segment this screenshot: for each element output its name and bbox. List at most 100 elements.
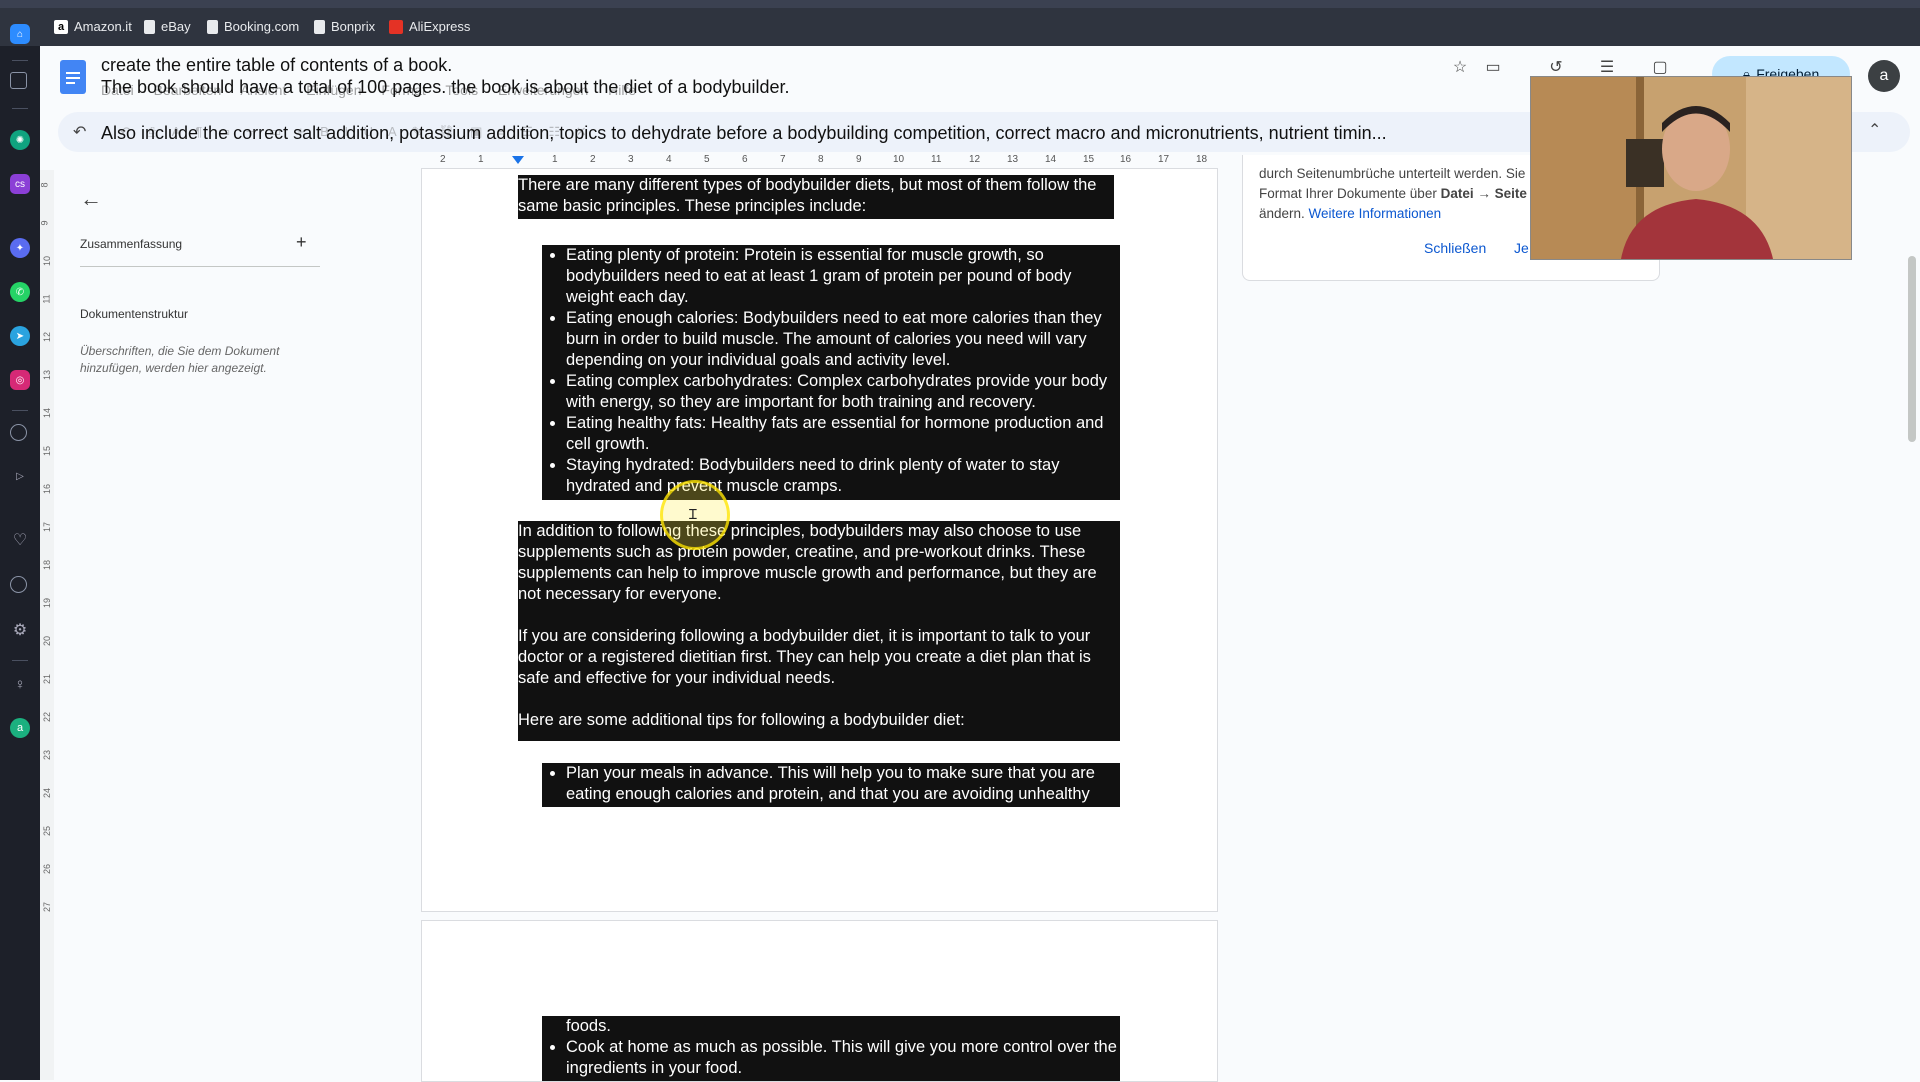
doc-line bbox=[66, 72, 80, 74]
bookmark-ebay[interactable]: eBay bbox=[144, 19, 191, 34]
supplements-text: In addition to following these principle… bbox=[518, 522, 1097, 603]
more-button[interactable]: Je bbox=[1514, 240, 1529, 256]
amazon-icon: a bbox=[54, 19, 68, 34]
prompt-line-1: create the entire table of contents of a… bbox=[101, 55, 453, 75]
home-icon[interactable]: ⌂ bbox=[10, 24, 30, 44]
consult-text: If you are considering following a bodyb… bbox=[518, 627, 1091, 687]
chatgpt-icon[interactable]: ✺ bbox=[10, 130, 30, 150]
vruler-number: 11 bbox=[41, 294, 52, 304]
bookmark-bonprix[interactable]: Bonprix bbox=[314, 19, 375, 34]
tips-list[interactable]: Plan your meals in advance. This will he… bbox=[542, 763, 1120, 807]
bookmark-star-icon[interactable] bbox=[10, 72, 27, 89]
bookmark-label: Bonprix bbox=[331, 19, 376, 34]
app-a-icon[interactable]: a bbox=[10, 718, 30, 738]
messenger-icon[interactable]: ✦ bbox=[10, 238, 30, 258]
doc-line bbox=[66, 82, 75, 84]
list-item: Eating healthy fats: Healthy fats are es… bbox=[566, 413, 1120, 455]
bookmark-label: AliExpress bbox=[409, 19, 471, 34]
aliexpress-icon bbox=[389, 19, 403, 34]
paragraph-block[interactable]: In addition to following these principle… bbox=[518, 521, 1120, 741]
vruler-number: 17 bbox=[42, 521, 53, 533]
ruler-number: 4 bbox=[666, 154, 672, 165]
meet-icon[interactable]: ▢ bbox=[1650, 58, 1670, 78]
ruler-number: 3 bbox=[628, 154, 634, 165]
bookmark-booking[interactable]: Booking.com bbox=[207, 19, 299, 34]
document-page[interactable]: There are many different types of bodybu… bbox=[421, 168, 1218, 912]
ruler-number: 10 bbox=[893, 154, 905, 165]
ruler-number: 7 bbox=[780, 154, 786, 165]
bookmark-label: Amazon.it bbox=[74, 19, 132, 34]
structure-hint: Überschriften, die Sie dem Dokument hinz… bbox=[80, 344, 280, 375]
comments-icon[interactable]: ☰ bbox=[1597, 58, 1617, 78]
vruler-number: 20 bbox=[42, 635, 53, 647]
instagram-icon[interactable]: ◎ bbox=[10, 370, 30, 390]
prompt-line-2: The book should have a total of 100 page… bbox=[101, 77, 790, 97]
ruler-number: 14 bbox=[1045, 154, 1057, 165]
document-page[interactable]: foods. Cook at home as much as possible.… bbox=[421, 920, 1218, 1082]
principles-list[interactable]: Eating plenty of protein: Protein is ess… bbox=[542, 245, 1120, 500]
move-folder-icon[interactable]: ▭ bbox=[1483, 58, 1503, 78]
bookmark-aliexpress[interactable]: AliExpress bbox=[389, 19, 470, 34]
vruler-number: 18 bbox=[42, 559, 53, 571]
page-icon bbox=[207, 19, 218, 34]
vruler-number: 12 bbox=[42, 331, 53, 343]
info-path: Datei → Seite bbox=[1440, 186, 1527, 201]
ruler-number: 12 bbox=[969, 154, 981, 165]
close-button[interactable]: Schließen bbox=[1424, 240, 1486, 256]
version-history-icon[interactable]: ↺ bbox=[1546, 58, 1566, 78]
vruler-number: 15 bbox=[42, 445, 53, 457]
ruler-number: 2 bbox=[590, 154, 596, 165]
list-item: Plan your meals in advance. This will he… bbox=[566, 763, 1120, 805]
tips-intro-text: Here are some additional tips for follow… bbox=[518, 711, 965, 729]
vruler-number: 25 bbox=[42, 825, 53, 837]
list-item-continued: foods. bbox=[566, 1017, 611, 1035]
dock-divider bbox=[12, 660, 28, 661]
star-icon[interactable]: ☆ bbox=[1450, 58, 1470, 78]
ruler-number: 1 bbox=[478, 154, 484, 165]
scrollbar[interactable] bbox=[1908, 256, 1916, 442]
ruler-number: 6 bbox=[742, 154, 748, 165]
webcam-image bbox=[1531, 77, 1851, 259]
intro-text: There are many different types of bodybu… bbox=[518, 176, 1097, 215]
bookmark-label: Booking.com bbox=[224, 19, 300, 34]
vertical-ruler: 8 9 10 11 12 13 14 15 16 17 18 19 20 21 … bbox=[40, 170, 54, 1080]
text-cursor-icon: Ɪ bbox=[689, 506, 697, 522]
add-summary-icon[interactable]: + bbox=[296, 232, 307, 253]
lightbulb-icon[interactable]: ♀ bbox=[10, 674, 30, 694]
vruler-number: 8 bbox=[39, 182, 50, 188]
list-item: Eating enough calories: Bodybuilders nee… bbox=[566, 308, 1120, 371]
history-icon[interactable] bbox=[10, 576, 27, 593]
google-docs-icon[interactable] bbox=[60, 60, 86, 94]
avatar[interactable]: a bbox=[1868, 60, 1900, 92]
info-line: ändern. bbox=[1259, 206, 1309, 221]
back-arrow-icon[interactable]: ← bbox=[80, 186, 102, 212]
chevron-up-icon[interactable]: ⌃ bbox=[1868, 120, 1881, 140]
telegram-icon[interactable]: ➤ bbox=[10, 326, 30, 346]
bookmark-label: eBay bbox=[161, 19, 191, 34]
list-item: Eating complex carbohydrates: Complex ca… bbox=[566, 371, 1120, 413]
play-icon[interactable] bbox=[10, 424, 27, 441]
send-icon[interactable]: ▷ bbox=[10, 466, 30, 486]
settings-icon[interactable]: ⚙ bbox=[10, 620, 30, 640]
heart-icon[interactable]: ♡ bbox=[10, 530, 30, 550]
list-item: Cook at home as much as possible. This w… bbox=[566, 1037, 1120, 1079]
bookmark-amazon[interactable]: a Amazon.it bbox=[54, 19, 132, 34]
whatsapp-icon[interactable]: ✆ bbox=[10, 282, 30, 302]
undo-icon[interactable]: ↶ bbox=[73, 122, 86, 142]
horizontal-ruler[interactable]: 2 1 1 2 3 4 5 6 7 8 9 10 11 12 13 14 15 … bbox=[430, 152, 1215, 168]
dock-divider bbox=[12, 108, 28, 109]
ruler-number: 16 bbox=[1120, 154, 1132, 165]
info-line: Format Ihrer Dokumente über bbox=[1259, 186, 1441, 201]
indent-marker[interactable] bbox=[512, 156, 524, 164]
vruler-number: 9 bbox=[39, 220, 50, 226]
vruler-number: 22 bbox=[42, 711, 53, 723]
info-card-text: durch Seitenumbrüche unterteilt werden. … bbox=[1259, 164, 1559, 224]
tips-list-continued[interactable]: foods. Cook at home as much as possible.… bbox=[542, 1016, 1120, 1081]
webcam-overlay bbox=[1530, 76, 1852, 260]
list-item: Staying hydrated: Bodybuilders need to d… bbox=[566, 455, 1120, 497]
paragraph-intro[interactable]: There are many different types of bodybu… bbox=[518, 175, 1114, 219]
vruler-number: 13 bbox=[42, 369, 53, 381]
more-info-link[interactable]: Weitere Informationen bbox=[1309, 206, 1442, 221]
dock-divider bbox=[12, 60, 28, 61]
cs-app-icon[interactable]: cs bbox=[10, 174, 30, 194]
